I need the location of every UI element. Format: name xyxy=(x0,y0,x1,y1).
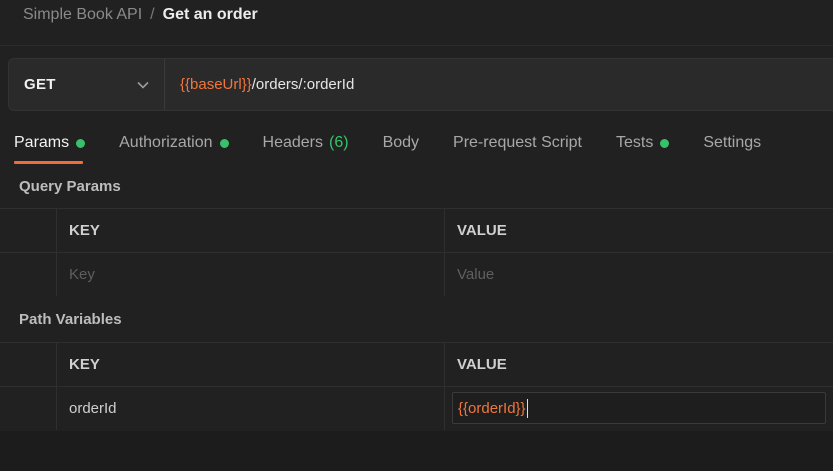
table-row: Key Value xyxy=(0,252,833,296)
url-base-variable: {{baseUrl}} xyxy=(180,76,252,93)
value-column-header: VALUE xyxy=(457,356,507,373)
row-gutter xyxy=(0,209,57,252)
value-column-header: VALUE xyxy=(457,222,507,239)
path-variable-value-input[interactable]: {{orderId}} xyxy=(452,392,826,424)
url-input[interactable]: {{baseUrl}}/orders/:orderId xyxy=(165,59,833,110)
tab-label: Authorization xyxy=(119,134,213,151)
header-divider xyxy=(0,45,833,46)
status-dot-icon xyxy=(219,138,229,148)
breadcrumb: Simple Book API / Get an order xyxy=(23,0,258,30)
tab-settings[interactable]: Settings xyxy=(703,124,761,162)
tab-pre-request-script[interactable]: Pre-request Script xyxy=(453,124,582,162)
path-variable-key: orderId xyxy=(57,387,445,430)
query-params-table: KEY VALUE Key Value xyxy=(0,208,833,296)
tab-label: Settings xyxy=(703,134,762,151)
tab-label: Params xyxy=(14,134,70,151)
headers-count: (6) xyxy=(329,134,349,151)
path-variable-value: {{orderId}} xyxy=(458,399,526,417)
tab-params[interactable]: Params xyxy=(14,124,86,164)
row-gutter xyxy=(0,253,57,296)
row-gutter xyxy=(0,387,57,430)
path-variables-table: KEY VALUE orderId {{orderId}} xyxy=(0,342,833,430)
empty-area xyxy=(0,431,833,471)
path-variables-title: Path Variables xyxy=(19,311,122,328)
text-caret xyxy=(526,398,528,418)
table-row: orderId {{orderId}} xyxy=(0,386,833,430)
request-name[interactable]: Get an order xyxy=(163,6,258,24)
tab-body[interactable]: Body xyxy=(383,124,419,162)
chevron-down-icon xyxy=(136,78,150,92)
method-label: GET xyxy=(24,76,56,93)
method-selector[interactable]: GET xyxy=(9,59,165,110)
url-path: /orders/:orderId xyxy=(251,76,355,93)
breadcrumb-separator: / xyxy=(150,6,155,23)
tab-label: Pre-request Script xyxy=(453,134,582,151)
tab-label: Headers xyxy=(262,134,323,151)
tab-headers[interactable]: Headers (6) xyxy=(263,124,349,162)
table-header-row: KEY VALUE xyxy=(0,208,833,252)
query-value-input[interactable]: Value xyxy=(445,253,833,296)
tab-tests[interactable]: Tests xyxy=(615,124,670,162)
tab-authorization[interactable]: Authorization xyxy=(119,124,229,162)
key-column-header: KEY xyxy=(57,343,445,386)
request-bar: GET {{baseUrl}}/orders/:orderId xyxy=(8,58,833,111)
query-params-title: Query Params xyxy=(19,178,121,195)
table-header-row: KEY VALUE xyxy=(0,342,833,386)
breadcrumb-collection[interactable]: Simple Book API xyxy=(23,6,142,24)
tab-label: Tests xyxy=(615,134,654,151)
key-column-header: KEY xyxy=(57,209,445,252)
request-tabs: Params Authorization Headers (6) Body Pr… xyxy=(14,124,795,166)
tab-label: Body xyxy=(382,134,420,151)
row-gutter xyxy=(0,343,57,386)
status-dot-icon xyxy=(76,138,86,148)
query-key-input[interactable]: Key xyxy=(57,253,445,296)
status-dot-icon xyxy=(660,138,670,148)
